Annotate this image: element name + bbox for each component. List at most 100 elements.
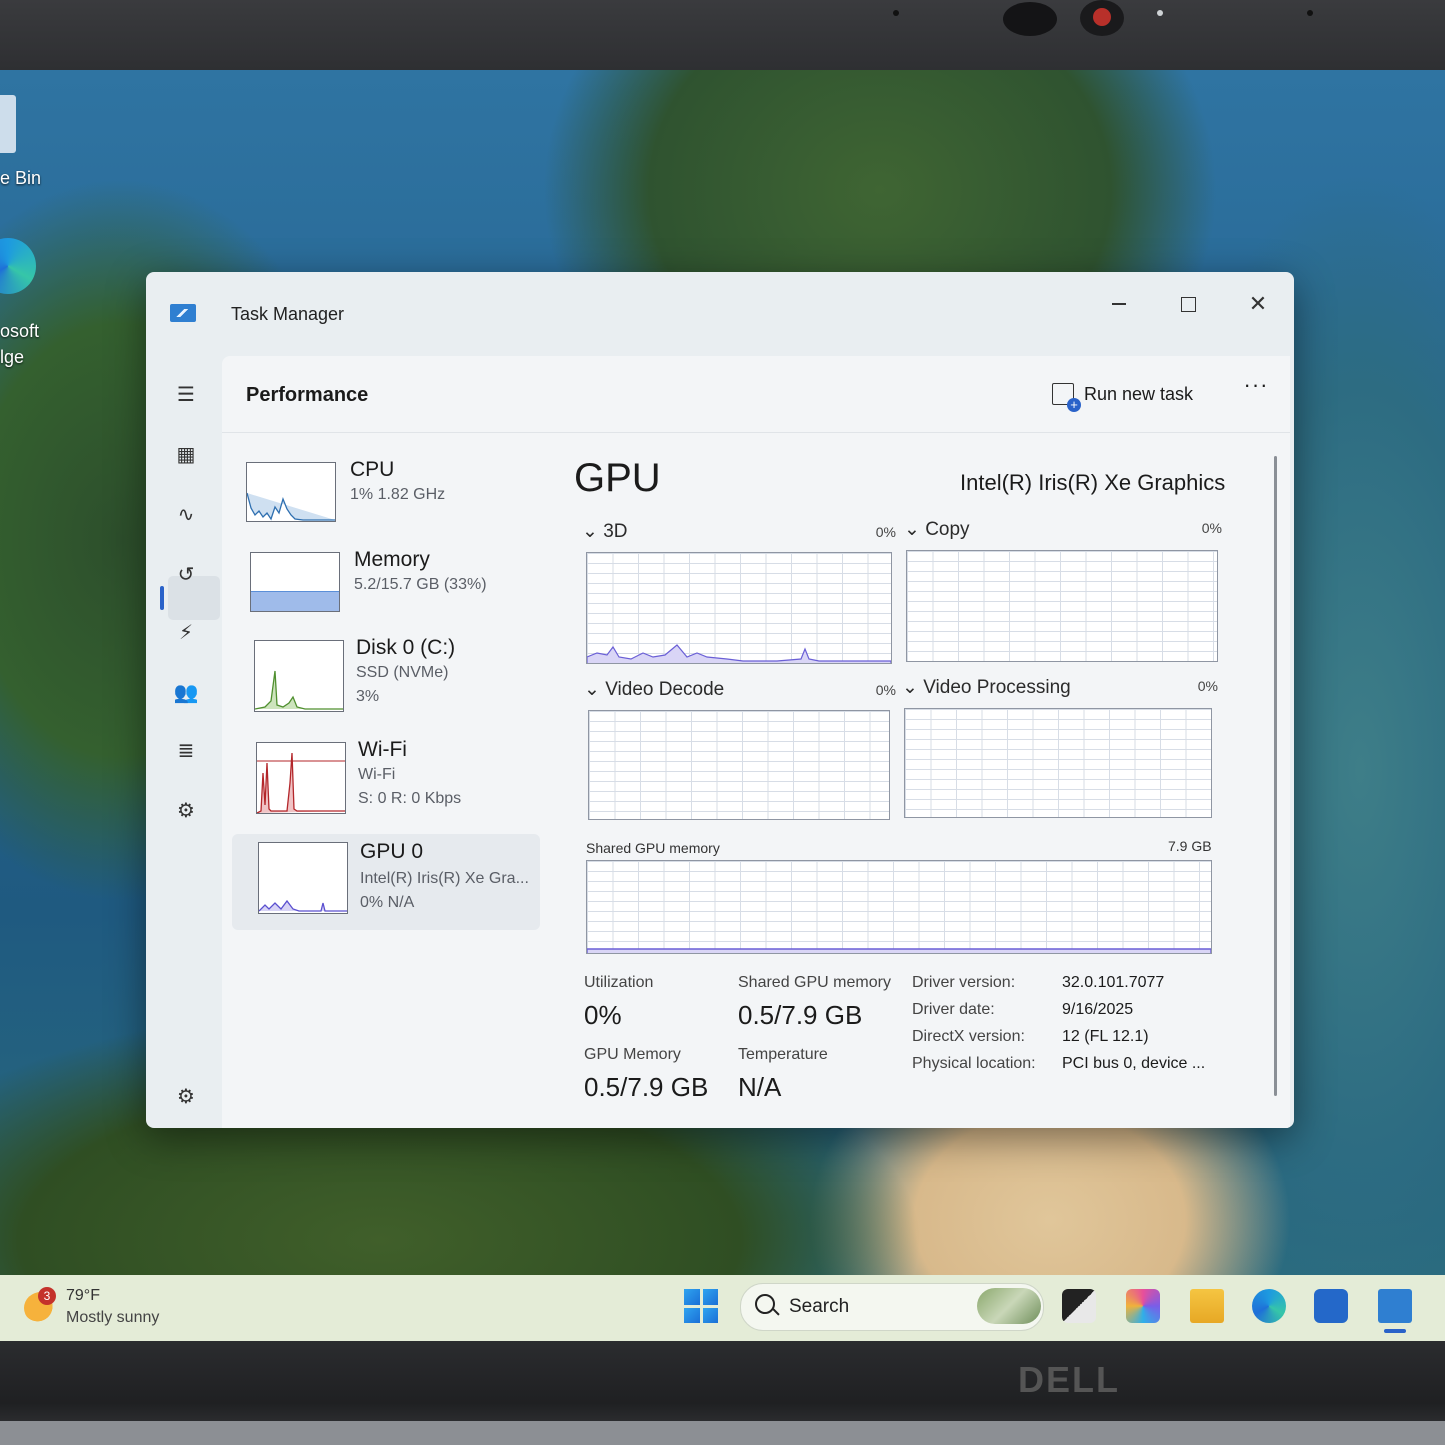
resource-name: GPU 0	[360, 840, 424, 863]
details-icon: ≣	[177, 739, 195, 762]
wifi-mini-graph-plot	[257, 752, 345, 813]
camera-light-icon	[1080, 0, 1124, 36]
title-bar[interactable]: Task Manager ✕	[146, 272, 1294, 352]
edge-icon[interactable]	[0, 238, 36, 294]
graph-shared-gpu-memory	[586, 860, 1212, 954]
weather-description[interactable]: Mostly sunny	[66, 1309, 159, 1327]
run-new-task-button[interactable]: Run new task	[1052, 374, 1193, 414]
nav-startup-apps[interactable]: ⚡	[168, 614, 204, 650]
dell-logo: DELL	[1018, 1359, 1120, 1400]
engine-selector-3d[interactable]: ⌄ 3D	[582, 520, 628, 543]
shared-memory-graph-max: 7.9 GB	[1168, 838, 1212, 854]
nav-performance[interactable]: ∿	[168, 496, 204, 532]
driver-version-label: Driver version:	[912, 974, 1016, 991]
store-icon[interactable]	[1314, 1289, 1348, 1323]
directx-version-label: DirectX version:	[912, 1028, 1025, 1045]
minimize-button[interactable]	[1089, 282, 1149, 326]
sensor-dot	[893, 10, 899, 16]
task-view-icon[interactable]	[1062, 1289, 1096, 1323]
temperature-label: Temperature	[738, 1046, 828, 1063]
utilization-value: 0%	[584, 1000, 622, 1030]
scrollbar[interactable]	[1274, 456, 1277, 1096]
resource-detail: S: 0 R: 0 Kbps	[358, 790, 462, 807]
search-placeholder: Search	[789, 1296, 850, 1317]
laptop-bezel-top	[0, 0, 1445, 70]
weather-notification-badge: 3	[38, 1287, 56, 1305]
maximize-button[interactable]	[1158, 282, 1218, 326]
laptop-bezel-bottom: DELL	[0, 1341, 1445, 1445]
search-highlight-icon	[977, 1288, 1041, 1324]
graph-video-processing	[904, 708, 1212, 818]
memory-mini-graph	[250, 552, 340, 612]
engine-selector-video-processing[interactable]: ⌄ Video Processing	[902, 676, 1071, 699]
close-icon: ✕	[1248, 291, 1268, 316]
nav-services[interactable]: ⚙	[168, 792, 204, 828]
desktop-icon-label[interactable]: osoft lge	[0, 318, 39, 370]
processes-icon: ▦	[176, 443, 196, 466]
gpu-mini-graph	[258, 842, 348, 914]
resource-detail: 5.2/15.7 GB (33%)	[354, 576, 487, 593]
utilization-label: Utilization	[584, 974, 654, 991]
driver-date-label: Driver date:	[912, 1001, 995, 1018]
performance-page: Performance Run new task ··· CPU 1% 1.82…	[222, 356, 1290, 1128]
nav-processes[interactable]: ▦	[168, 436, 204, 472]
active-app-indicator	[1384, 1329, 1406, 1333]
nav-settings[interactable]: ⚙	[168, 1078, 204, 1114]
resource-item-gpu[interactable]: GPU 0 Intel(R) Iris(R) Xe Gra... 0% N/A	[232, 834, 540, 930]
start-button[interactable]	[684, 1289, 718, 1323]
window-title: Task Manager	[231, 304, 345, 324]
history-icon: ↺	[177, 563, 195, 586]
run-task-icon	[1052, 383, 1081, 412]
nav-details[interactable]: ≣	[168, 732, 204, 768]
sensor-dot	[1157, 10, 1163, 16]
engine-percent: 0%	[1197, 678, 1218, 694]
services-icon: ⚙	[177, 799, 195, 822]
hamburger-icon: ☰	[177, 383, 195, 406]
nav-users[interactable]: 👥	[168, 674, 204, 710]
resource-detail: SSD (NVMe)	[356, 664, 449, 681]
resource-item-wifi[interactable]: Wi-Fi Wi-Fi S: 0 R: 0 Kbps	[232, 734, 540, 824]
gpu-title: GPU	[574, 456, 661, 500]
temperature-value: N/A	[738, 1072, 782, 1102]
wifi-mini-graph	[256, 742, 346, 814]
resource-detail: 0% N/A	[360, 894, 415, 911]
taskbar: 3 79°F Mostly sunny Search	[0, 1275, 1445, 1341]
disk-mini-graph-plot	[255, 670, 343, 710]
resource-detail: Wi-Fi	[358, 766, 396, 783]
startup-icon: ⚡	[178, 621, 194, 644]
resource-item-cpu[interactable]: CPU 1% 1.82 GHz	[232, 454, 540, 544]
engine-selector-copy[interactable]: ⌄ Copy	[904, 518, 970, 541]
driver-date-value: 9/16/2025	[1062, 1001, 1134, 1018]
nav-app-history[interactable]: ↺	[168, 556, 204, 592]
engine-label: Copy	[925, 519, 970, 540]
shared-memory-graph-label: Shared GPU memory	[586, 840, 720, 856]
more-options-button[interactable]: ···	[1234, 372, 1278, 412]
weather-temperature[interactable]: 79°F	[66, 1287, 100, 1305]
recycle-bin-icon[interactable]	[0, 95, 16, 153]
memory-usage-fill	[251, 590, 339, 611]
m365-icon[interactable]	[1126, 1289, 1160, 1323]
graph-3d-plot	[587, 644, 891, 663]
resource-item-disk[interactable]: Disk 0 (C:) SSD (NVMe) 3%	[232, 632, 540, 722]
resource-item-memory[interactable]: Memory 5.2/15.7 GB (33%)	[232, 544, 540, 634]
engine-selector-video-decode[interactable]: ⌄ Video Decode	[584, 678, 724, 701]
sensor-dot	[1307, 10, 1313, 16]
cpu-mini-graph	[246, 462, 336, 522]
physical-location-label: Physical location:	[912, 1055, 1036, 1072]
engine-percent: 0%	[875, 524, 896, 540]
resource-detail: 1% 1.82 GHz	[350, 486, 446, 503]
taskbar-search-box[interactable]: Search	[740, 1283, 1044, 1331]
file-explorer-icon[interactable]	[1190, 1289, 1224, 1323]
task-manager-icon[interactable]	[1378, 1289, 1412, 1323]
navigation-rail: ☰ ▦ ∿ ↺ ⚡ 👥 ≣ ⚙ ⚙	[146, 356, 222, 1128]
close-button[interactable]: ✕	[1228, 282, 1288, 326]
nav-menu-button[interactable]: ☰	[168, 376, 204, 412]
nav-selection-indicator	[160, 586, 164, 610]
shared-memory-label: Shared GPU memory	[738, 974, 891, 991]
windows-logo-icon	[702, 1289, 718, 1305]
gpu-memory-label: GPU Memory	[584, 1046, 681, 1063]
desktop-icon-label[interactable]: e Bin	[0, 168, 41, 189]
graph-video-decode	[588, 710, 890, 820]
windows-logo-icon	[684, 1307, 700, 1323]
edge-icon[interactable]	[1252, 1289, 1286, 1323]
